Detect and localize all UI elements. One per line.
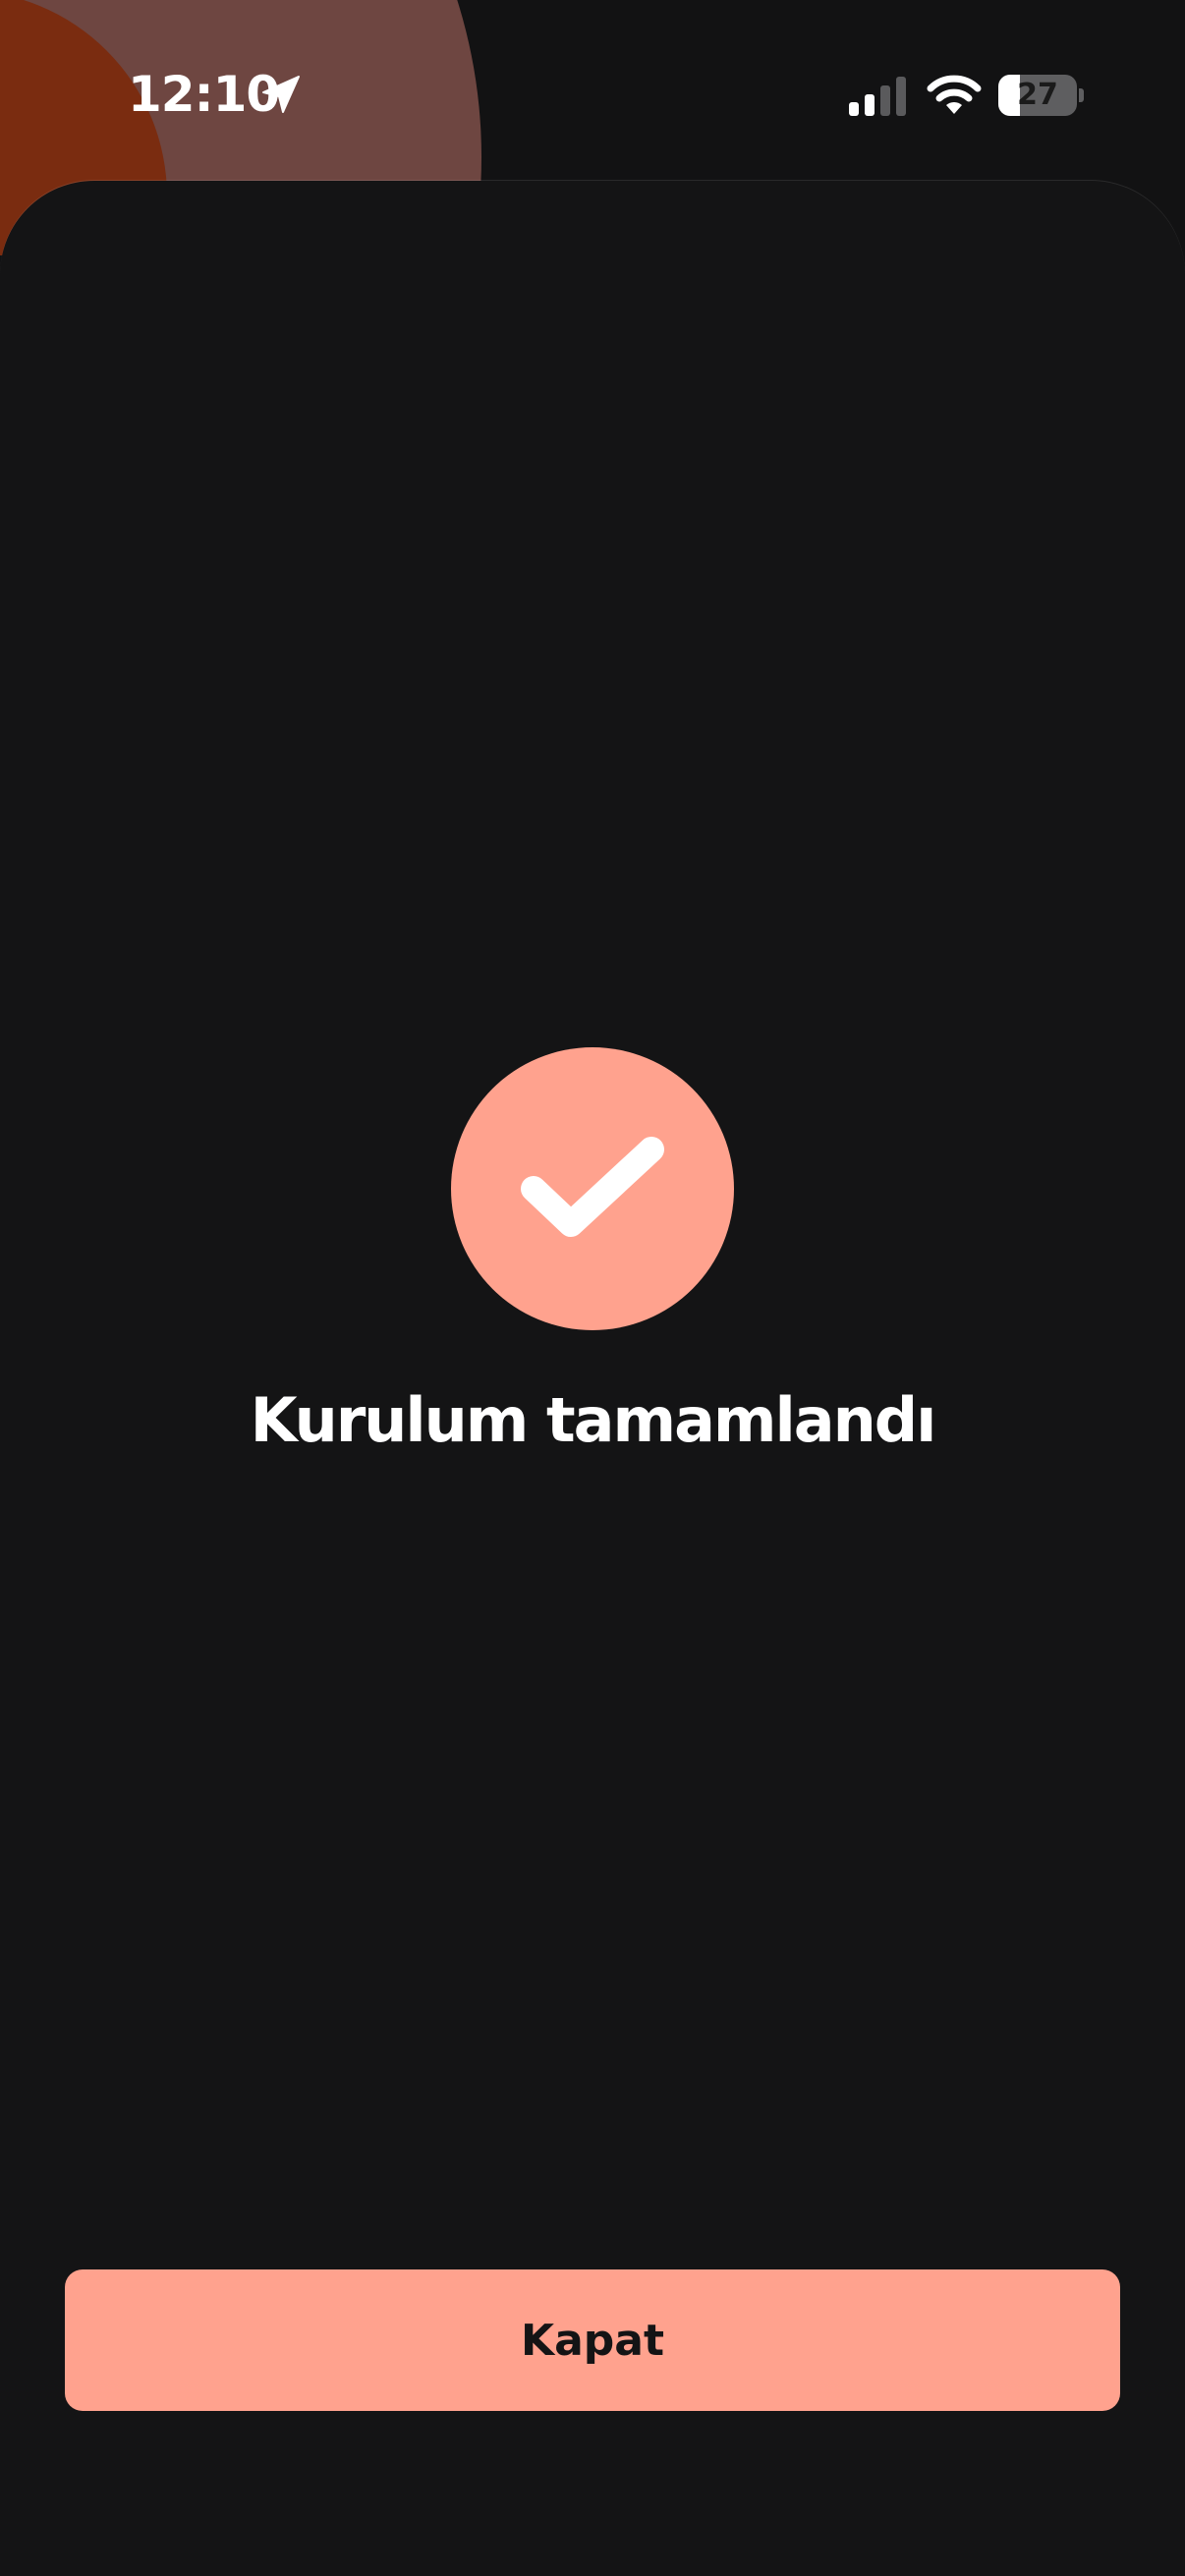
- battery-icon: 27: [998, 75, 1084, 116]
- checkmark-icon: [521, 1137, 664, 1237]
- page-title: Kurulum tamamlandı: [250, 1384, 937, 1456]
- battery-cap: [1079, 88, 1084, 102]
- location-arrow-icon: [262, 76, 300, 113]
- setup-complete-sheet: Kurulum tamamlandı Kapat: [0, 181, 1185, 2576]
- battery-body: 27: [998, 75, 1077, 116]
- cellular-signal-icon: [849, 77, 906, 116]
- success-badge: [451, 1047, 734, 1330]
- battery-level-text: 27: [1017, 78, 1058, 112]
- close-button[interactable]: Kapat: [65, 2269, 1120, 2411]
- setup-complete-screen: 12:10 27 Kurulum tamamlandı Kapat: [0, 0, 1185, 2576]
- close-button-label: Kapat: [520, 2315, 664, 2366]
- status-bar: 12:10 27: [0, 0, 1185, 187]
- wifi-icon: [927, 75, 982, 114]
- status-time: 12:10: [128, 66, 280, 123]
